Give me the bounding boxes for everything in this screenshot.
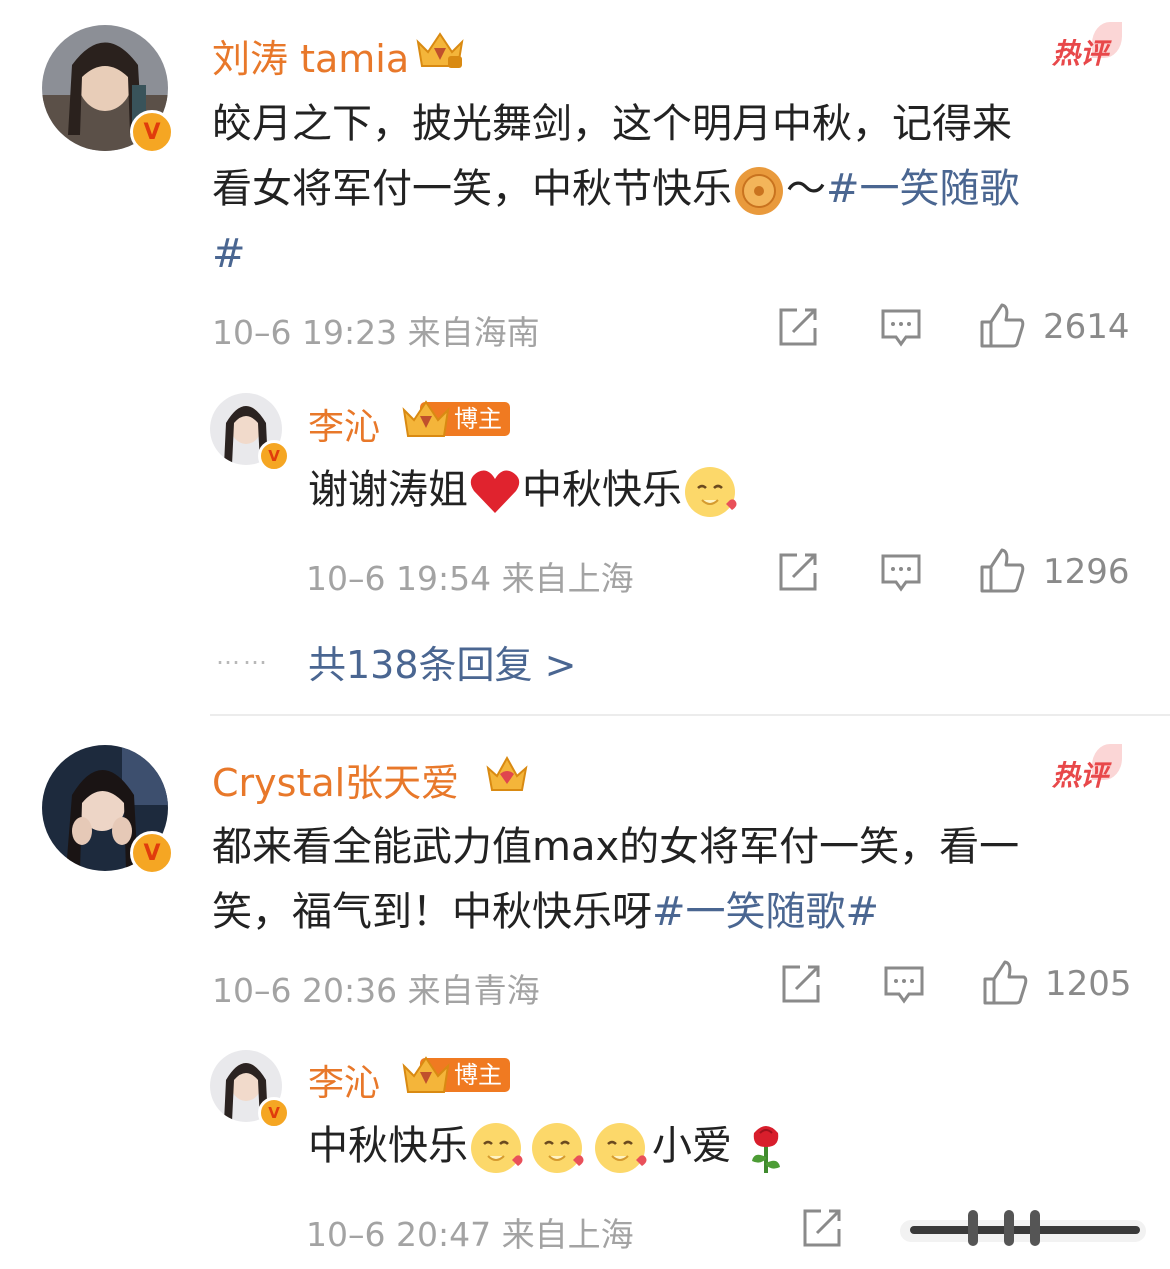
repost-icon[interactable] <box>780 963 822 1005</box>
like-count: 1205 <box>1045 964 1132 1004</box>
repost-icon[interactable] <box>801 1207 843 1249</box>
blush-emoji <box>682 464 740 520</box>
reply-meta: 10–6 20:47 来自上海 <box>306 1215 634 1254</box>
more-dots: …… <box>216 642 270 670</box>
comment-divider <box>210 714 1170 716</box>
blush-emoji <box>468 1120 526 1176</box>
hashtag-link[interactable]: #一笑随歌 <box>826 166 1020 212</box>
verified-badge-icon: V <box>130 831 174 875</box>
comment-text-segment: 笑，福气到！中秋快乐呀 <box>212 889 652 935</box>
repost-icon[interactable] <box>777 306 819 348</box>
like-icon[interactable] <box>978 547 1026 595</box>
comment-icon[interactable] <box>880 553 922 593</box>
comment-author[interactable]: 刘涛 tamia <box>212 28 409 83</box>
crown-badge-icon <box>484 752 530 796</box>
comment-text-line-2: 笑，福气到！中秋快乐呀#一笑随歌# <box>212 880 879 944</box>
reply-text-segment: 中秋快乐 <box>308 1123 468 1169</box>
comment-author[interactable]: Crystal张天爱 <box>212 752 459 807</box>
reply-author[interactable]: 李沁 <box>308 398 380 450</box>
blogger-tag: 博主 <box>400 400 510 437</box>
comment-text-line-1: 皎月之下，披光舞剑，这个明月中秋，记得来 <box>212 101 1012 147</box>
mooncake-emoji <box>732 164 786 218</box>
comment-meta: 10–6 20:36 来自青海 <box>212 971 540 1010</box>
reply-author[interactable]: 李沁 <box>308 1054 380 1106</box>
verified-badge-icon: V <box>130 110 174 154</box>
verified-badge-icon: V <box>258 440 290 472</box>
reply-text-segment: 中秋快乐 <box>522 467 682 513</box>
rose-emoji <box>746 1121 786 1175</box>
watermark-overlay <box>900 1208 1146 1252</box>
hot-comment-badge: 热评 <box>1050 744 1130 794</box>
comment-text-segment: ～ <box>786 166 826 212</box>
verified-badge-icon: V <box>258 1097 290 1129</box>
repost-icon[interactable] <box>777 551 819 593</box>
comment-text-segment: 看女将军付一笑，中秋节快乐 <box>212 166 732 212</box>
comment-text-line-2: 看女将军付一笑，中秋节快乐 ～#一笑随歌 <box>212 157 1020 221</box>
like-icon[interactable] <box>978 302 1026 350</box>
blogger-tag: 博主 <box>400 1056 510 1093</box>
blush-emoji <box>526 1120 590 1176</box>
reply-text: 中秋快乐 小爱 <box>308 1114 786 1178</box>
view-more-replies-link[interactable]: 共138条回复 > <box>308 634 576 689</box>
reply-text-segment: 小爱 <box>652 1123 732 1169</box>
heart-emoji <box>468 467 522 517</box>
crown-badge-icon <box>412 28 468 72</box>
comment-meta: 10–6 19:23 来自海南 <box>212 313 540 352</box>
like-count: 2614 <box>1043 307 1130 347</box>
comment-text-line-1: 都来看全能武力值max的女将军付一笑，看一 <box>212 824 1020 870</box>
hashtag-link-end[interactable]: # <box>212 222 246 286</box>
like-icon[interactable] <box>981 959 1029 1007</box>
hot-comment-badge: 热评 <box>1050 22 1130 72</box>
reply-text-segment: 谢谢涛姐 <box>308 467 468 513</box>
blush-emoji <box>590 1120 652 1176</box>
comment-icon[interactable] <box>883 965 925 1005</box>
reply-text: 谢谢涛姐 中秋快乐 <box>308 458 740 522</box>
hashtag-link[interactable]: #一笑随歌# <box>652 889 879 935</box>
like-count: 1296 <box>1043 552 1130 592</box>
reply-meta: 10–6 19:54 来自上海 <box>306 559 634 598</box>
comment-icon[interactable] <box>880 308 922 348</box>
